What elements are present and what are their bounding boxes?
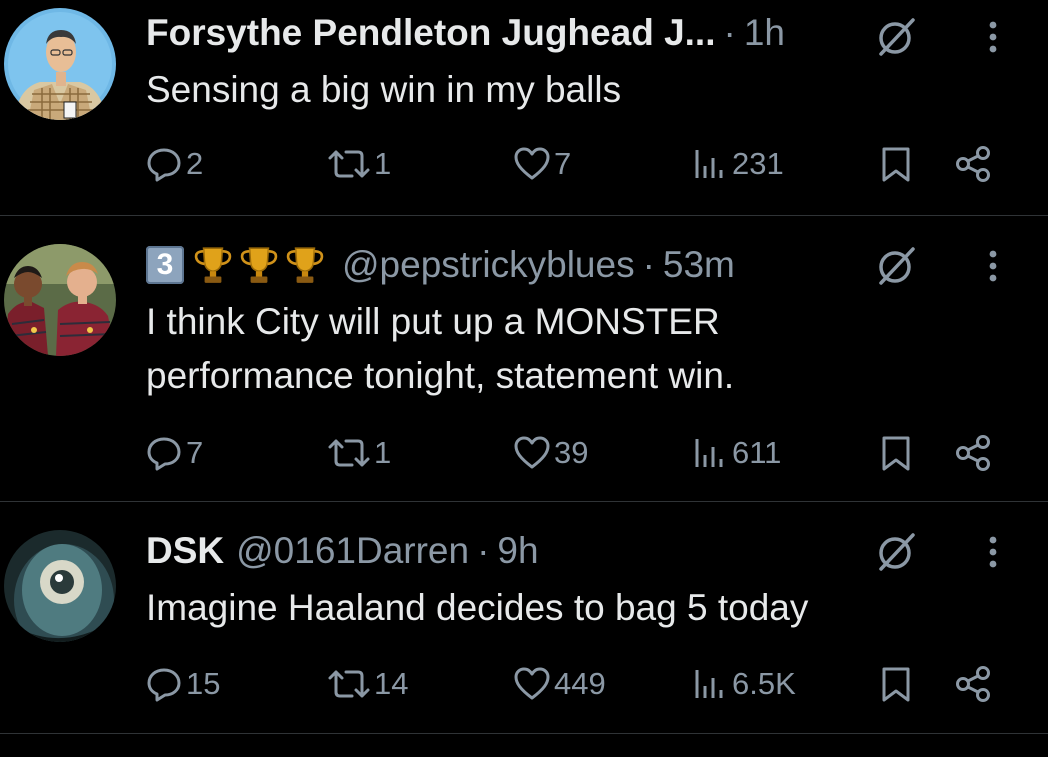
grok-icon[interactable] [872, 527, 922, 577]
views-button[interactable]: 611 [690, 428, 781, 478]
tweet-text: I think City will put up a MONSTER perfo… [146, 301, 735, 396]
heart-icon [514, 436, 550, 469]
like-count: 449 [554, 666, 606, 701]
retweet-icon [328, 150, 370, 178]
tweet-text: Imagine Haaland decides to bag 5 today [146, 587, 809, 628]
timestamp[interactable]: 9h [497, 526, 538, 576]
retweet-icon [328, 670, 370, 698]
views-button[interactable]: 231 [690, 139, 784, 189]
like-count: 7 [554, 146, 572, 181]
share-button[interactable] [952, 659, 996, 709]
view-count: 231 [732, 146, 784, 181]
share-icon [956, 666, 990, 702]
handle[interactable]: @pepstrickyblues [342, 240, 635, 290]
separator-dot: · [642, 244, 655, 285]
like-button[interactable]: 39 [512, 428, 588, 478]
retweet-button[interactable]: 1 [326, 428, 391, 478]
bookmark-button[interactable] [876, 139, 916, 189]
timestamp[interactable]: 53m [663, 240, 735, 290]
view-count: 611 [732, 435, 782, 470]
action-bar: 2 1 7 231 [0, 139, 1048, 189]
retweet-count: 1 [374, 435, 392, 470]
share-icon [956, 435, 990, 471]
reply-count: 15 [186, 666, 221, 701]
view-count: 6.5K [732, 666, 796, 701]
views-icon [695, 670, 723, 698]
reply-icon [147, 668, 181, 702]
views-icon [695, 150, 723, 178]
reply-icon [147, 437, 181, 471]
reply-button[interactable]: 15 [144, 659, 220, 709]
grok-icon[interactable] [872, 12, 922, 62]
avatar[interactable] [4, 244, 116, 356]
reply-button[interactable]: 2 [144, 139, 203, 189]
more-icon[interactable] [978, 527, 1008, 577]
reply-count: 2 [186, 146, 204, 181]
tweet-text: Sensing a big win in my balls [146, 69, 622, 110]
like-count: 39 [554, 435, 589, 470]
retweet-button[interactable]: 1 [326, 139, 391, 189]
handle[interactable]: @0161Darren [236, 526, 469, 576]
retweet-count: 14 [374, 666, 409, 701]
bookmark-icon [882, 147, 910, 182]
bookmark-button[interactable] [876, 659, 916, 709]
action-bar: 7 1 39 611 [0, 428, 1048, 478]
action-bar: 15 14 449 6.5K [0, 659, 1048, 709]
heart-icon [514, 667, 550, 700]
emoji-badge: 3 [146, 246, 184, 284]
bookmark-button[interactable] [876, 428, 916, 478]
avatar[interactable] [4, 530, 116, 642]
views-icon [695, 439, 723, 467]
grok-icon[interactable] [872, 241, 922, 291]
tweet[interactable]: DSK @0161Darren · 9h Imagine Haaland dec… [0, 502, 1048, 734]
timestamp[interactable]: 1h [744, 8, 785, 58]
retweet-icon [328, 439, 370, 467]
share-icon [956, 146, 990, 182]
trophy-icon [194, 247, 232, 283]
avatar[interactable] [4, 8, 116, 120]
like-button[interactable]: 7 [512, 139, 571, 189]
reply-button[interactable]: 7 [144, 428, 203, 478]
retweet-button[interactable]: 14 [326, 659, 408, 709]
more-icon[interactable] [978, 12, 1008, 62]
bookmark-icon [882, 667, 910, 702]
retweet-count: 1 [374, 146, 392, 181]
separator-dot: · [477, 530, 490, 571]
share-button[interactable] [952, 139, 996, 189]
reply-icon [147, 148, 181, 182]
tweet[interactable]: 3 @pepstrickyblues · 53m I think City wi… [0, 216, 1048, 502]
separator-dot: · [723, 12, 736, 53]
more-icon[interactable] [978, 241, 1008, 291]
trophy-icon [240, 247, 278, 283]
display-name[interactable]: DSK [146, 526, 224, 576]
tweet[interactable]: Forsythe Pendleton Jughead J... · 1h Sen… [0, 0, 1048, 216]
heart-icon [514, 147, 550, 180]
share-button[interactable] [952, 428, 996, 478]
display-name[interactable]: Forsythe Pendleton Jughead J... [146, 8, 716, 58]
reply-count: 7 [186, 435, 204, 470]
views-button[interactable]: 6.5K [690, 659, 796, 709]
like-button[interactable]: 449 [512, 659, 606, 709]
bookmark-icon [882, 436, 910, 471]
trophy-icon [286, 247, 324, 283]
